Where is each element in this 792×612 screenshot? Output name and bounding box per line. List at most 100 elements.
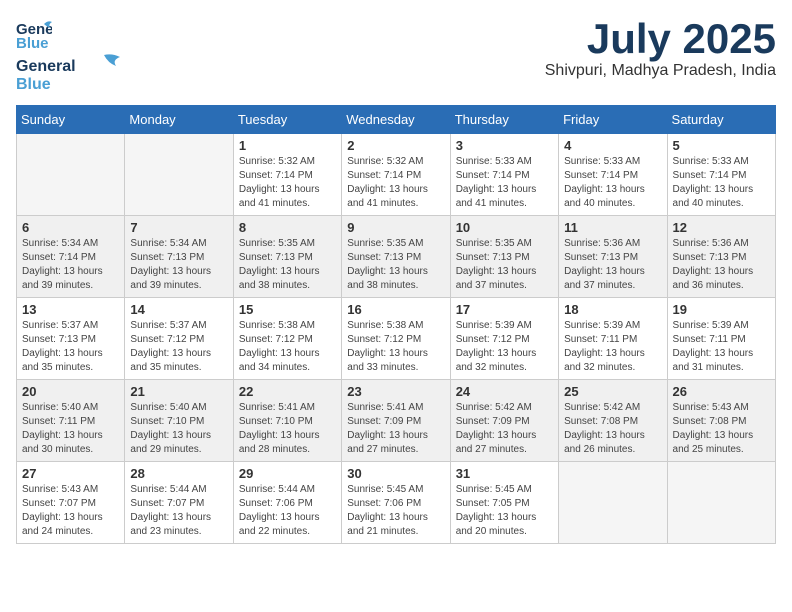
calendar-cell: 10 Sunrise: 5:35 AMSunset: 7:13 PMDayligh… <box>450 216 558 298</box>
day-info: Sunrise: 5:43 AMSunset: 7:08 PMDaylight:… <box>673 401 770 457</box>
calendar-cell: 1 Sunrise: 5:32 AMSunset: 7:14 PMDaylight… <box>233 134 341 216</box>
day-info: Sunrise: 5:41 AMSunset: 7:09 PMDaylight:… <box>347 401 444 457</box>
svg-text:Blue: Blue <box>16 76 51 93</box>
day-info: Sunrise: 5:37 AMSunset: 7:12 PMDaylight:… <box>130 319 227 375</box>
calendar-cell: 14Sunrise: 5:37 AMSunset: 7:12 PMDayligh… <box>125 298 233 380</box>
day-info: Sunrise: 5:42 AMSunset: 7:09 PMDaylight:… <box>456 401 553 457</box>
day-info: Sunrise: 5:35 AMSunset: 7:13 PMDaylight:… <box>239 237 336 293</box>
day-info: Sunrise: 5:33 AMSunset: 7:14 PMDaylight:… <box>456 155 553 211</box>
calendar-week-row: 1 Sunrise: 5:32 AMSunset: 7:14 PMDaylight… <box>17 134 776 216</box>
day-info: Sunrise: 5:39 AMSunset: 7:12 PMDaylight:… <box>456 319 553 375</box>
calendar-cell: 3Sunrise: 5:33 AMSunset: 7:14 PMDaylight… <box>450 134 558 216</box>
calendar-cell: 7 Sunrise: 5:34 AMSunset: 7:13 PMDaylight… <box>125 216 233 298</box>
day-number: 27 <box>22 466 119 481</box>
day-info: Sunrise: 5:39 AMSunset: 7:11 PMDaylight:… <box>564 319 661 375</box>
calendar-cell: 25Sunrise: 5:42 AMSunset: 7:08 PMDayligh… <box>559 380 667 462</box>
day-info: Sunrise: 5:43 AMSunset: 7:07 PMDaylight:… <box>22 483 119 539</box>
weekday-header-sunday: Sunday <box>17 106 125 134</box>
day-number: 23 <box>347 384 444 399</box>
day-info: Sunrise: 5:35 AMSunset: 7:13 PMDaylight:… <box>456 237 553 293</box>
calendar-cell: 26 Sunrise: 5:43 AMSunset: 7:08 PMDayligh… <box>667 380 775 462</box>
day-number: 11 <box>564 220 661 235</box>
calendar-week-row: 20Sunrise: 5:40 AMSunset: 7:11 PMDayligh… <box>17 380 776 462</box>
day-number: 26 <box>673 384 770 399</box>
calendar-cell <box>559 462 667 544</box>
day-number: 19 <box>673 302 770 317</box>
svg-text:Blue: Blue <box>16 35 49 52</box>
calendar-cell: 27 Sunrise: 5:43 AMSunset: 7:07 PMDayligh… <box>17 462 125 544</box>
weekday-header-thursday: Thursday <box>450 106 558 134</box>
day-number: 2 <box>347 138 444 153</box>
weekday-header-row: SundayMondayTuesdayWednesdayThursdayFrid… <box>17 106 776 134</box>
calendar-cell <box>125 134 233 216</box>
weekday-header-friday: Friday <box>559 106 667 134</box>
calendar-cell: 9Sunrise: 5:35 AMSunset: 7:13 PMDaylight… <box>342 216 450 298</box>
calendar-cell: 13 Sunrise: 5:37 AMSunset: 7:13 PMDayligh… <box>17 298 125 380</box>
calendar-cell: 30 Sunrise: 5:45 AMSunset: 7:06 PMDayligh… <box>342 462 450 544</box>
day-info: Sunrise: 5:32 AMSunset: 7:14 PMDaylight:… <box>347 155 444 211</box>
day-number: 10 <box>456 220 553 235</box>
day-number: 29 <box>239 466 336 481</box>
day-info: Sunrise: 5:44 AMSunset: 7:06 PMDaylight:… <box>239 483 336 539</box>
weekday-header-tuesday: Tuesday <box>233 106 341 134</box>
calendar-cell: 24 Sunrise: 5:42 AMSunset: 7:09 PMDayligh… <box>450 380 558 462</box>
day-number: 30 <box>347 466 444 481</box>
logo-svg: General Blue <box>16 53 126 93</box>
day-info: Sunrise: 5:45 AMSunset: 7:05 PMDaylight:… <box>456 483 553 539</box>
day-info: Sunrise: 5:44 AMSunset: 7:07 PMDaylight:… <box>130 483 227 539</box>
day-info: Sunrise: 5:40 AMSunset: 7:11 PMDaylight:… <box>22 401 119 457</box>
title-block: July 2025 Shivpuri, Madhya Pradesh, Indi… <box>545 16 776 80</box>
day-info: Sunrise: 5:33 AMSunset: 7:14 PMDaylight:… <box>673 155 770 211</box>
day-number: 6 <box>22 220 119 235</box>
day-info: Sunrise: 5:32 AMSunset: 7:14 PMDaylight:… <box>239 155 336 211</box>
calendar-cell: 21Sunrise: 5:40 AMSunset: 7:10 PMDayligh… <box>125 380 233 462</box>
day-info: Sunrise: 5:34 AMSunset: 7:13 PMDaylight:… <box>130 237 227 293</box>
day-info: Sunrise: 5:42 AMSunset: 7:08 PMDaylight:… <box>564 401 661 457</box>
calendar-cell <box>17 134 125 216</box>
calendar-cell <box>667 462 775 544</box>
month-title: July 2025 <box>545 16 776 62</box>
day-info: Sunrise: 5:37 AMSunset: 7:13 PMDaylight:… <box>22 319 119 375</box>
logo: General Blue General Blue <box>16 16 126 93</box>
day-info: Sunrise: 5:40 AMSunset: 7:10 PMDaylight:… <box>130 401 227 457</box>
calendar-cell: 11Sunrise: 5:36 AMSunset: 7:13 PMDayligh… <box>559 216 667 298</box>
page-header: General Blue General Blue July 2025 Shiv… <box>16 16 776 93</box>
calendar-cell: 29 Sunrise: 5:44 AMSunset: 7:06 PMDayligh… <box>233 462 341 544</box>
calendar-cell: 18 Sunrise: 5:39 AMSunset: 7:11 PMDayligh… <box>559 298 667 380</box>
day-number: 4 <box>564 138 661 153</box>
svg-text:General: General <box>16 58 76 75</box>
logo-icon: General Blue <box>16 16 52 52</box>
calendar-table: SundayMondayTuesdayWednesdayThursdayFrid… <box>16 105 776 544</box>
day-number: 16 <box>347 302 444 317</box>
day-info: Sunrise: 5:45 AMSunset: 7:06 PMDaylight:… <box>347 483 444 539</box>
weekday-header-saturday: Saturday <box>667 106 775 134</box>
day-number: 7 <box>130 220 227 235</box>
day-info: Sunrise: 5:39 AMSunset: 7:11 PMDaylight:… <box>673 319 770 375</box>
day-number: 9 <box>347 220 444 235</box>
day-info: Sunrise: 5:38 AMSunset: 7:12 PMDaylight:… <box>347 319 444 375</box>
day-number: 13 <box>22 302 119 317</box>
day-number: 12 <box>673 220 770 235</box>
calendar-cell: 12 Sunrise: 5:36 AMSunset: 7:13 PMDayligh… <box>667 216 775 298</box>
day-number: 8 <box>239 220 336 235</box>
calendar-week-row: 27 Sunrise: 5:43 AMSunset: 7:07 PMDayligh… <box>17 462 776 544</box>
calendar-cell: 23 Sunrise: 5:41 AMSunset: 7:09 PMDayligh… <box>342 380 450 462</box>
calendar-cell: 2 Sunrise: 5:32 AMSunset: 7:14 PMDaylight… <box>342 134 450 216</box>
weekday-header-monday: Monday <box>125 106 233 134</box>
day-number: 15 <box>239 302 336 317</box>
day-number: 17 <box>456 302 553 317</box>
calendar-week-row: 6Sunrise: 5:34 AMSunset: 7:14 PMDaylight… <box>17 216 776 298</box>
calendar-cell: 19 Sunrise: 5:39 AMSunset: 7:11 PMDayligh… <box>667 298 775 380</box>
calendar-cell: 15Sunrise: 5:38 AMSunset: 7:12 PMDayligh… <box>233 298 341 380</box>
day-number: 24 <box>456 384 553 399</box>
calendar-cell: 16 Sunrise: 5:38 AMSunset: 7:12 PMDayligh… <box>342 298 450 380</box>
calendar-cell: 6Sunrise: 5:34 AMSunset: 7:14 PMDaylight… <box>17 216 125 298</box>
calendar-cell: 20Sunrise: 5:40 AMSunset: 7:11 PMDayligh… <box>17 380 125 462</box>
day-number: 5 <box>673 138 770 153</box>
calendar-cell: 4 Sunrise: 5:33 AMSunset: 7:14 PMDaylight… <box>559 134 667 216</box>
day-number: 1 <box>239 138 336 153</box>
day-info: Sunrise: 5:36 AMSunset: 7:13 PMDaylight:… <box>673 237 770 293</box>
calendar-cell: 5 Sunrise: 5:33 AMSunset: 7:14 PMDaylight… <box>667 134 775 216</box>
day-number: 18 <box>564 302 661 317</box>
day-info: Sunrise: 5:33 AMSunset: 7:14 PMDaylight:… <box>564 155 661 211</box>
